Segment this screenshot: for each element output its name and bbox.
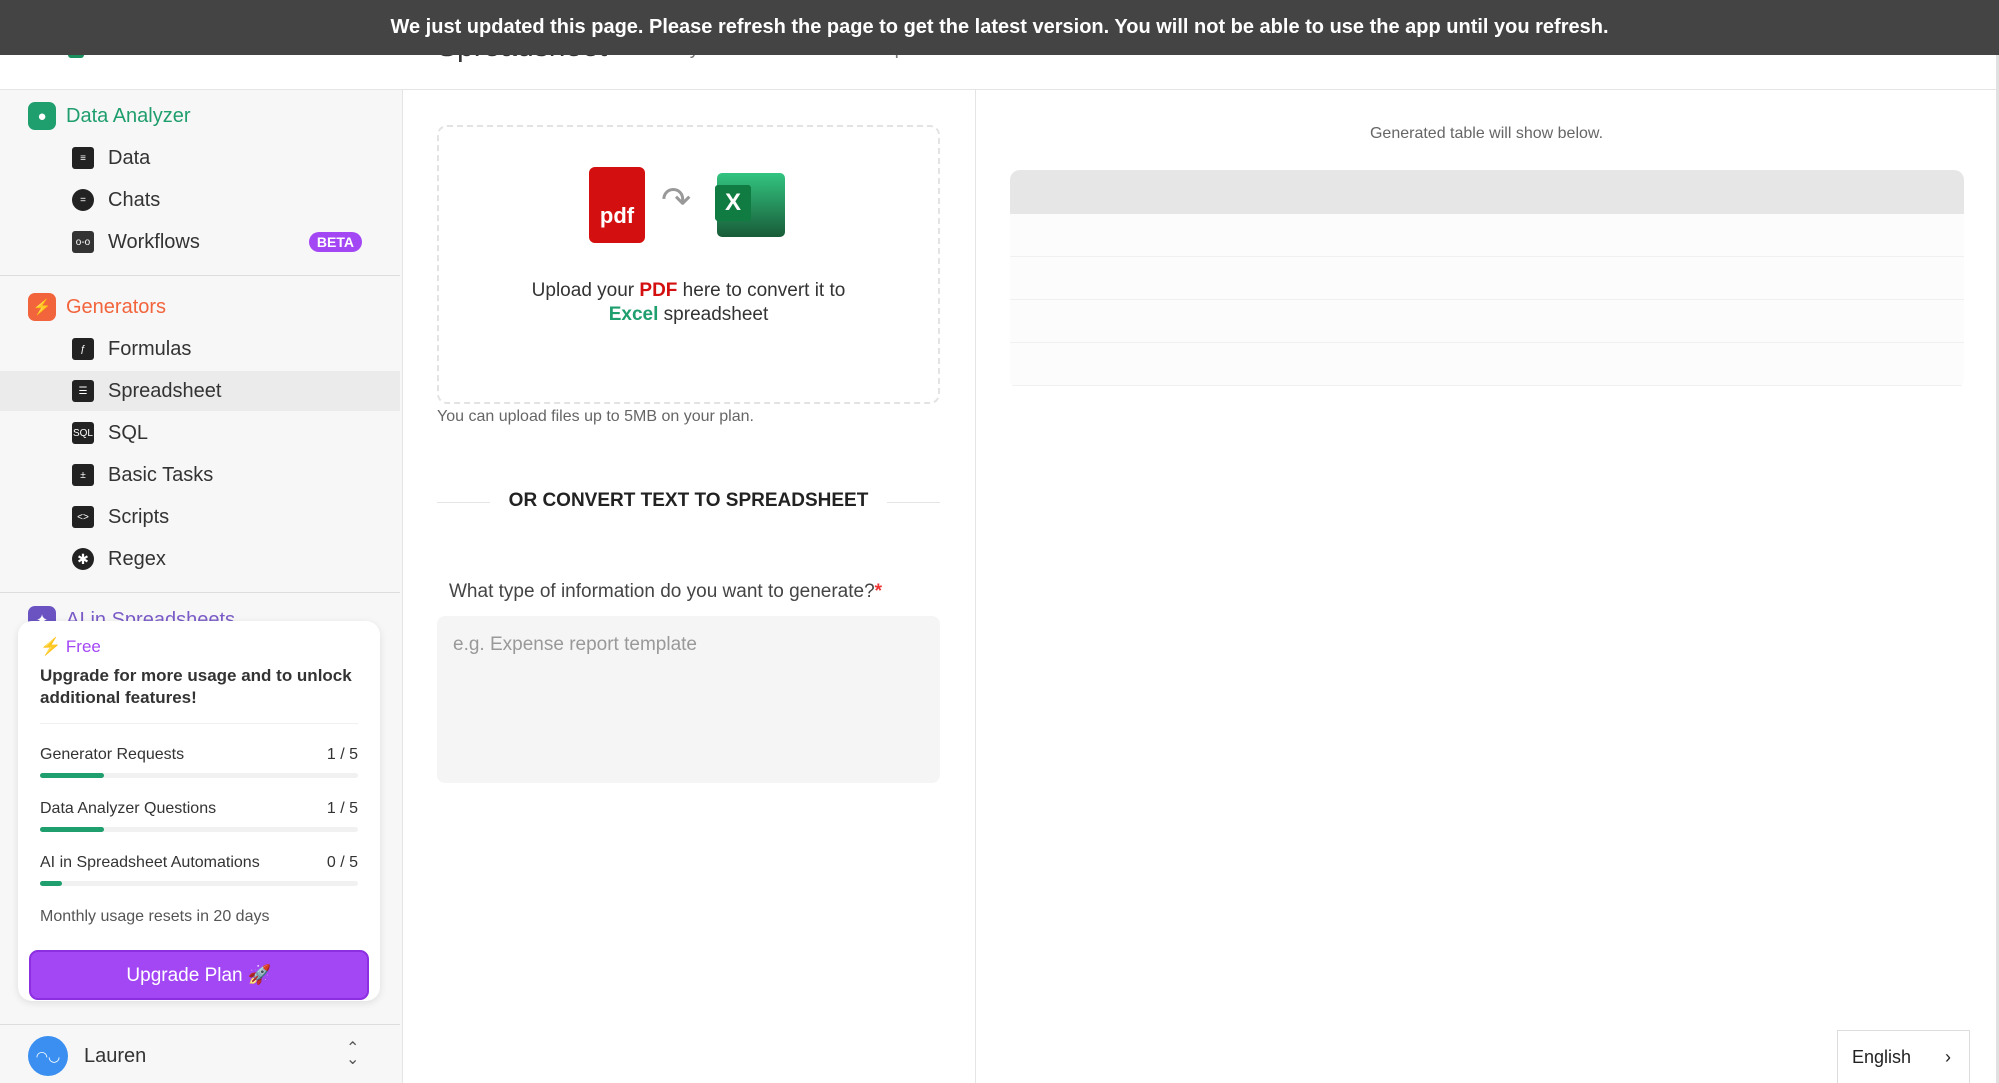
sidebar-item-label: Spreadsheet bbox=[108, 379, 222, 402]
language-label: English bbox=[1852, 1046, 1912, 1067]
sidebar-item-regex[interactable]: ✱ Regex bbox=[0, 539, 400, 579]
usage-progress-bar bbox=[40, 827, 358, 832]
lightning-icon: ⚡ bbox=[28, 293, 56, 321]
sidebar-item-sql[interactable]: SQL SQL bbox=[0, 413, 400, 453]
divider bbox=[0, 1024, 400, 1025]
chat-icon: = bbox=[72, 189, 94, 211]
sidebar-item-label: Formulas bbox=[108, 337, 192, 360]
sidebar-item-label: Data bbox=[108, 146, 151, 169]
divider bbox=[0, 592, 400, 593]
sidebar-item-workflows[interactable]: o-o Workflows BETA bbox=[0, 222, 400, 262]
user-menu[interactable]: ◠◡ Lauren bbox=[28, 1036, 146, 1076]
plan-tier-label: Free bbox=[65, 637, 101, 656]
usage-row: AI in Spreadsheet Automations 0 / 5 bbox=[40, 854, 358, 886]
asterisk-icon: ✱ bbox=[72, 548, 94, 570]
section-label: Data Analyzer bbox=[66, 104, 191, 127]
usage-row: Generator Requests 1 / 5 bbox=[40, 746, 358, 778]
sidebar-item-label: Regex bbox=[108, 547, 166, 570]
question-label: What type of information do you want to … bbox=[449, 581, 883, 602]
chevron-up-down-icon[interactable]: ⌃ ⌄ bbox=[346, 1041, 359, 1068]
table-skeleton bbox=[1010, 170, 1964, 389]
sidebar-item-label: Workflows bbox=[108, 230, 200, 253]
section-label: Generators bbox=[66, 295, 167, 318]
section-data-analyzer[interactable]: ● Data Analyzer bbox=[28, 102, 191, 130]
usage-reset-text: Monthly usage resets in 20 days bbox=[40, 908, 270, 925]
chevron-right-icon: › bbox=[1945, 1046, 1951, 1067]
usage-label: Generator Requests bbox=[40, 746, 185, 763]
beta-badge: BETA bbox=[308, 232, 362, 252]
usage-label: Data Analyzer Questions bbox=[40, 800, 217, 817]
sidebar-item-label: SQL bbox=[108, 421, 149, 444]
section-generators[interactable]: ⚡ Generators bbox=[28, 293, 166, 321]
sidebar-item-data[interactable]: ≡ Data bbox=[0, 138, 400, 178]
language-selector[interactable]: English › bbox=[1837, 1030, 1970, 1083]
database-icon: ● bbox=[28, 102, 56, 130]
usage-progress-bar bbox=[40, 881, 358, 886]
avatar: ◠◡ bbox=[28, 1036, 68, 1076]
lightning-icon: ⚡ bbox=[40, 637, 62, 656]
sidebar-item-chats[interactable]: = Chats bbox=[0, 180, 400, 220]
usage-label: AI in Spreadsheet Automations bbox=[40, 854, 260, 871]
table-icon: ☰ bbox=[72, 380, 94, 402]
plan-tier: ⚡ Free bbox=[40, 637, 358, 657]
usage-value: 1 / 5 bbox=[326, 800, 358, 817]
upload-limit-note: You can upload files up to 5MB on your p… bbox=[437, 408, 754, 425]
pane-divider bbox=[975, 90, 976, 1083]
code-file-icon: <> bbox=[72, 506, 94, 528]
sidebar-item-spreadsheet[interactable]: ☰ Spreadsheet bbox=[0, 371, 400, 411]
usage-progress-bar bbox=[40, 773, 358, 778]
function-icon: ƒ bbox=[72, 338, 94, 360]
user-name: Lauren bbox=[84, 1044, 147, 1067]
or-divider-label: OR CONVERT TEXT TO SPREADSHEET bbox=[490, 490, 887, 512]
usage-value: 0 / 5 bbox=[326, 854, 358, 871]
sidebar-item-label: Scripts bbox=[108, 505, 170, 528]
server-icon: ≡ bbox=[72, 147, 94, 169]
sql-file-icon: SQL bbox=[72, 422, 94, 444]
upgrade-label: Upgrade Plan bbox=[126, 965, 243, 986]
rocket-icon: 🚀 bbox=[247, 965, 272, 986]
upgrade-message: Upgrade for more usage and to unlock add… bbox=[40, 665, 358, 724]
upgrade-plan-button[interactable]: Upgrade Plan 🚀 bbox=[29, 950, 369, 1000]
sidebar-item-label: Basic Tasks bbox=[108, 463, 214, 486]
pdf-icon-label: pdf bbox=[599, 203, 635, 228]
calculator-icon: ± bbox=[72, 464, 94, 486]
sidebar-item-basic-tasks[interactable]: ± Basic Tasks bbox=[0, 455, 400, 495]
usage-value: 1 / 5 bbox=[326, 746, 358, 763]
workflow-icon: o-o bbox=[72, 231, 94, 253]
plan-card: ⚡ Free Upgrade for more usage and to unl… bbox=[18, 621, 380, 1001]
excel-icon: X bbox=[715, 173, 785, 237]
upload-message: Upload your PDF here to convert it to Exc… bbox=[531, 280, 846, 325]
update-banner[interactable]: We just updated this page. Please refres… bbox=[0, 0, 1999, 55]
sidebar-item-label: Chats bbox=[108, 188, 161, 211]
pdf-upload-dropzone[interactable]: pdf ↷ X Upload your PDF here to convert … bbox=[437, 125, 940, 404]
sidebar-item-scripts[interactable]: <> Scripts bbox=[0, 497, 400, 537]
pdf-file-icon: pdf bbox=[589, 167, 645, 243]
result-hint: Generated table will show below. bbox=[1369, 125, 1604, 142]
info-type-input[interactable] bbox=[437, 616, 940, 783]
curved-arrow-icon: ↷ bbox=[661, 179, 692, 220]
sidebar-item-formulas[interactable]: ƒ Formulas bbox=[0, 329, 400, 369]
usage-row: Data Analyzer Questions 1 / 5 bbox=[40, 800, 358, 832]
divider bbox=[0, 275, 400, 276]
